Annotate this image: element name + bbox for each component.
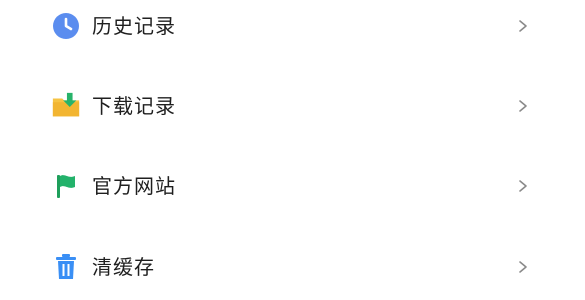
menu-item-official-site[interactable]: 官方网站 — [0, 156, 585, 216]
menu-item-clear-cache[interactable]: 清缓存 — [0, 237, 585, 297]
trash-icon — [51, 252, 81, 282]
menu-item-history[interactable]: 历史记录 — [0, 0, 585, 56]
settings-menu: 历史记录 下载记录 官方网站 清缓存 — [0, 0, 585, 300]
flag-icon — [51, 171, 81, 201]
chevron-right-icon — [519, 100, 527, 112]
menu-item-downloads[interactable]: 下载记录 — [0, 76, 585, 136]
chevron-right-icon — [519, 20, 527, 32]
menu-item-label: 官方网站 — [92, 174, 176, 198]
download-folder-icon — [51, 91, 81, 121]
menu-item-label: 清缓存 — [92, 255, 155, 279]
chevron-right-icon — [519, 180, 527, 192]
chevron-right-icon — [519, 261, 527, 273]
clock-icon — [51, 11, 81, 41]
menu-item-label: 历史记录 — [92, 14, 176, 38]
menu-item-label: 下载记录 — [92, 94, 176, 118]
